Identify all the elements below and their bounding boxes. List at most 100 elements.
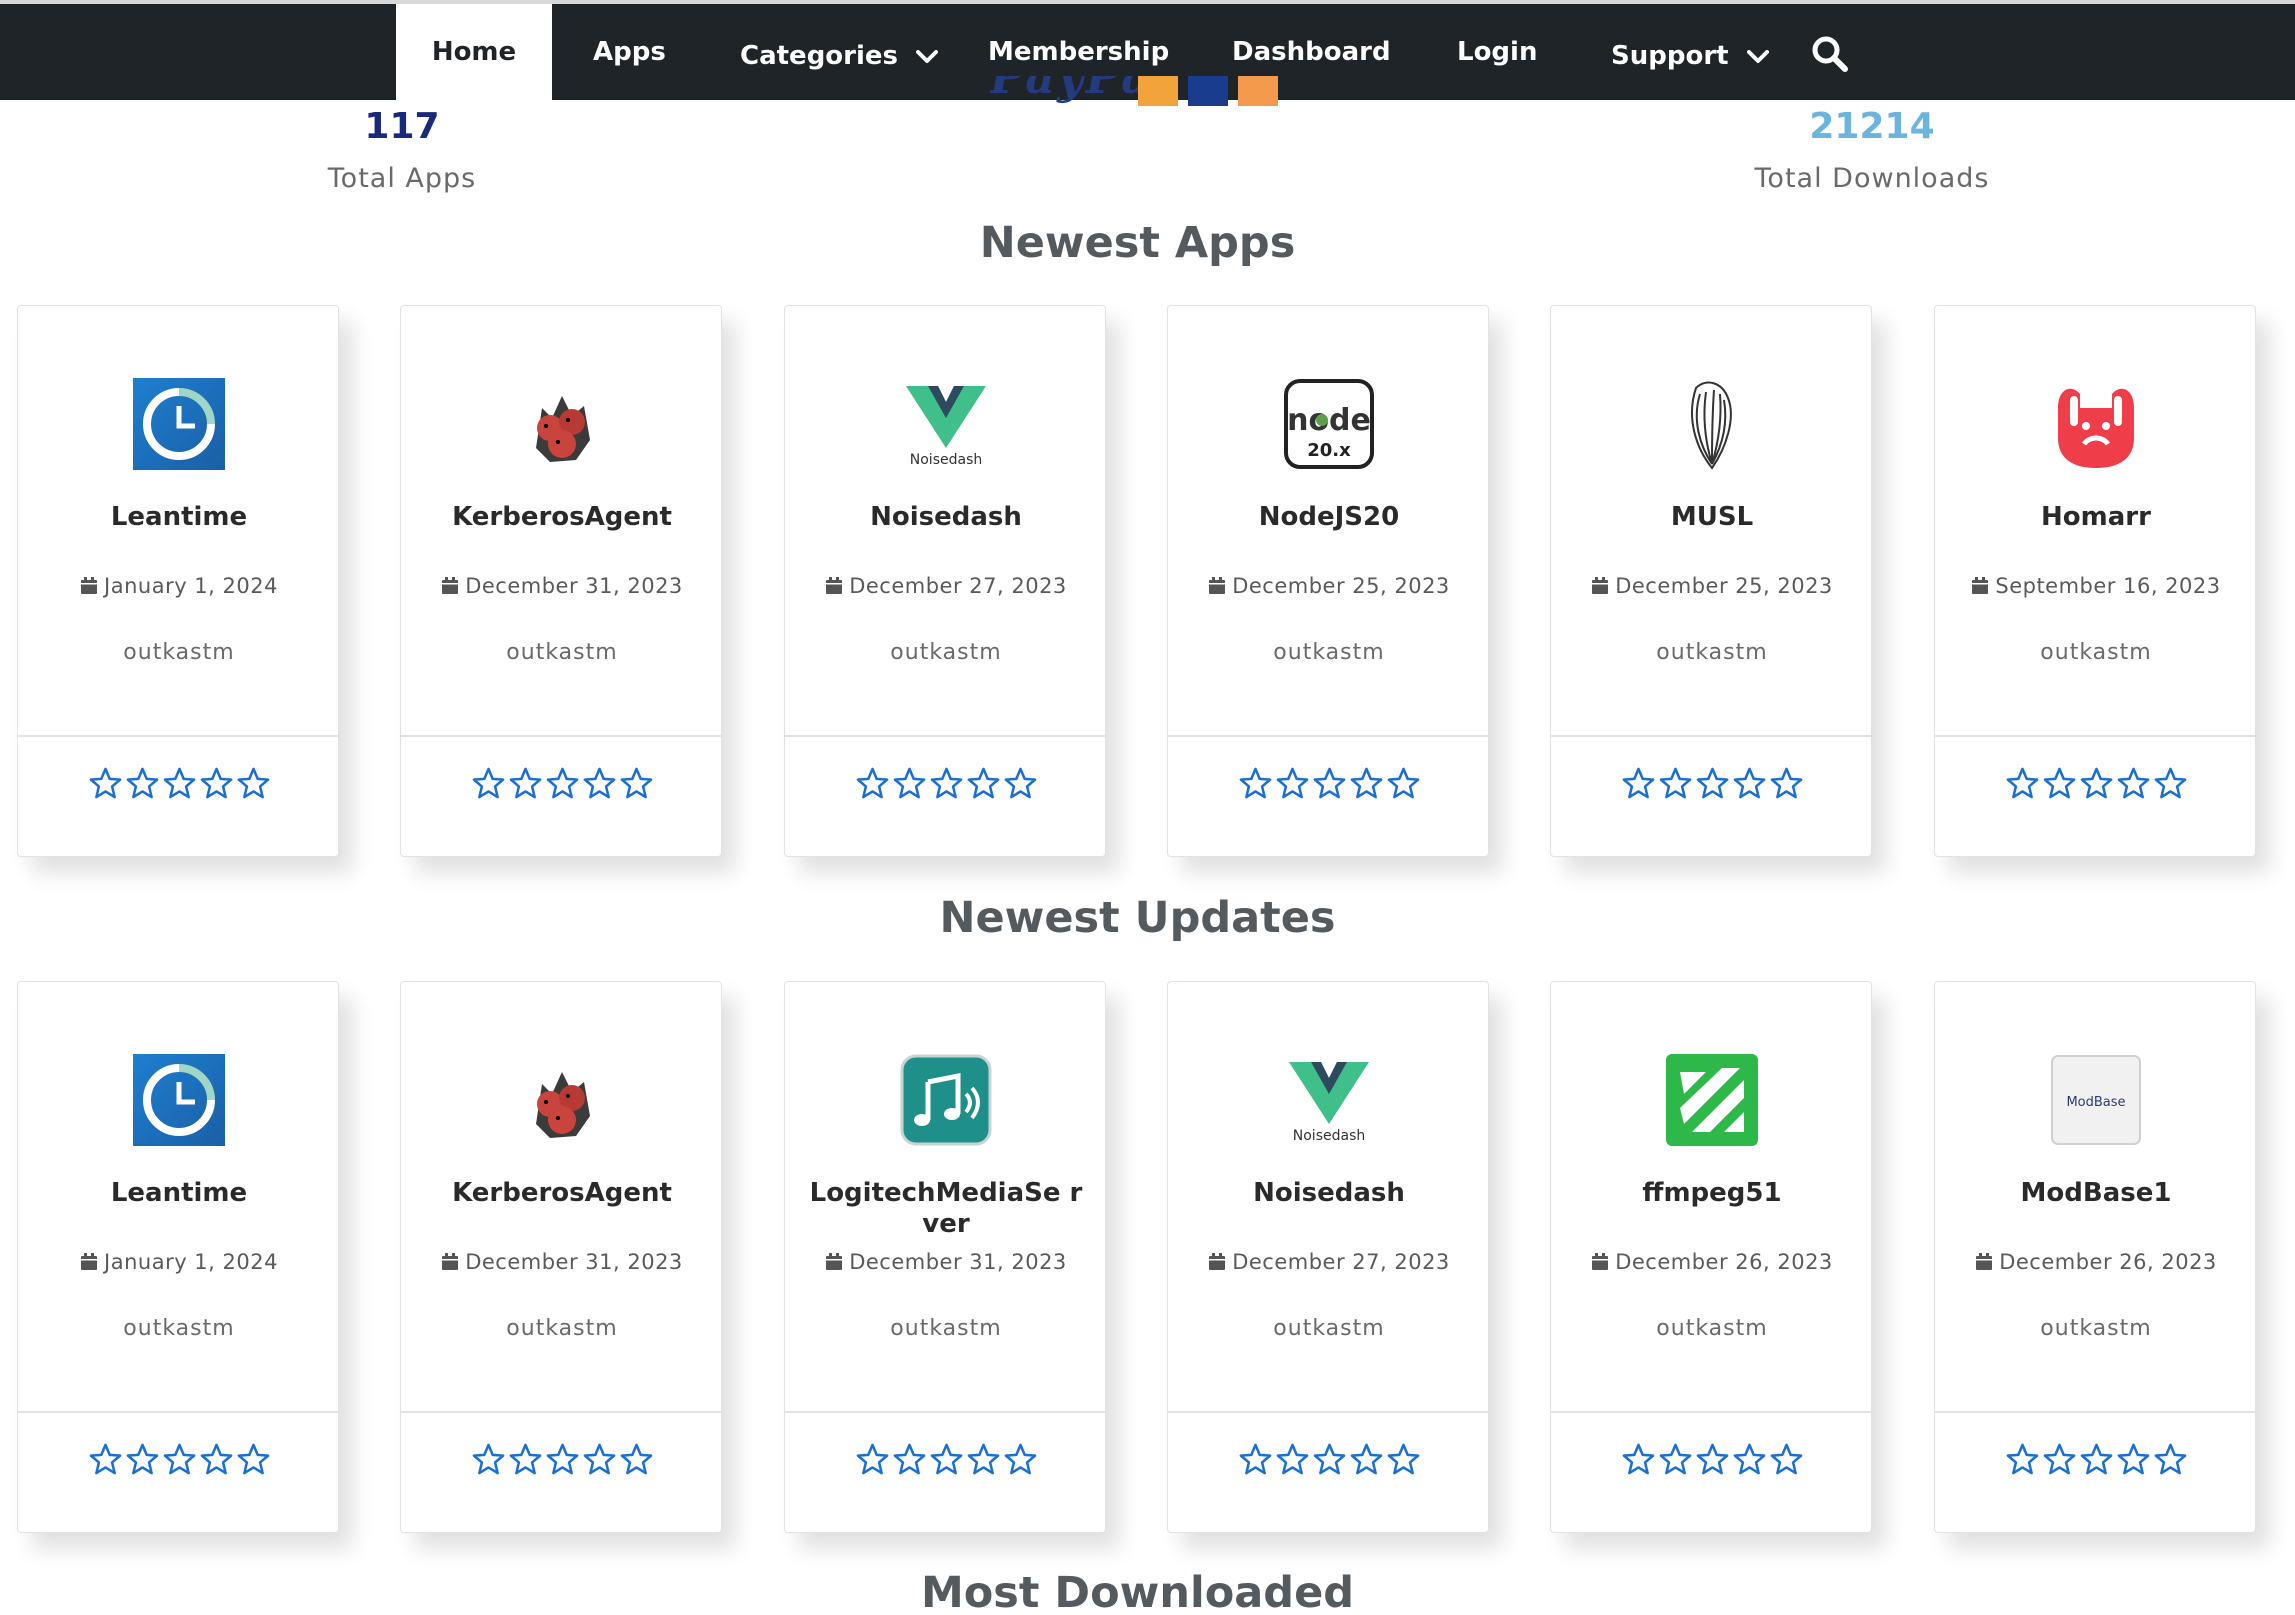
app-card[interactable]: ffmpeg51 December 26, 2023 outkastm xyxy=(1550,981,1872,1533)
app-card[interactable]: KerberosAgent December 31, 2023 outkastm xyxy=(400,981,722,1533)
app-card[interactable]: Leantime January 1, 2024 outkastm xyxy=(17,981,339,1533)
app-name[interactable]: Leantime xyxy=(18,502,340,533)
star-rating[interactable] xyxy=(1168,1442,1490,1477)
search-icon[interactable] xyxy=(1810,34,1850,74)
star-rating-icon[interactable] xyxy=(892,766,927,801)
star-rating-icon[interactable] xyxy=(2153,1442,2188,1477)
app-name[interactable]: ffmpeg51 xyxy=(1551,1178,1873,1209)
cerberus-icon[interactable] xyxy=(516,378,608,470)
star-rating-icon[interactable] xyxy=(855,1442,890,1477)
star-rating-icon[interactable] xyxy=(2042,1442,2077,1477)
shell-icon[interactable] xyxy=(1666,378,1758,470)
app-author[interactable]: outkastm xyxy=(1168,1316,1490,1341)
star-rating-icon[interactable] xyxy=(1732,1442,1767,1477)
star-rating-icon[interactable] xyxy=(1275,1442,1310,1477)
star-rating-icon[interactable] xyxy=(1621,1442,1656,1477)
star-rating-icon[interactable] xyxy=(582,766,617,801)
nav-login[interactable]: Login xyxy=(1457,4,1537,100)
star-rating-icon[interactable] xyxy=(236,1442,271,1477)
star-rating-icon[interactable] xyxy=(1238,1442,1273,1477)
ffmpeg-icon[interactable] xyxy=(1666,1054,1758,1146)
star-rating-icon[interactable] xyxy=(471,766,506,801)
star-rating-icon[interactable] xyxy=(1658,1442,1693,1477)
app-name[interactable]: Homarr xyxy=(1935,502,2257,533)
star-rating-icon[interactable] xyxy=(619,766,654,801)
star-rating-icon[interactable] xyxy=(2079,766,2114,801)
app-name[interactable]: Noisedash xyxy=(1168,1178,1490,1209)
star-rating-icon[interactable] xyxy=(1312,1442,1347,1477)
app-name[interactable]: KerberosAgent xyxy=(401,502,723,533)
star-rating[interactable] xyxy=(785,766,1107,801)
star-rating-icon[interactable] xyxy=(1275,766,1310,801)
app-name[interactable]: Noisedash xyxy=(785,502,1107,533)
star-rating[interactable] xyxy=(18,1442,340,1477)
cerberus-icon[interactable] xyxy=(516,1054,608,1146)
star-rating-icon[interactable] xyxy=(1695,1442,1730,1477)
star-rating-icon[interactable] xyxy=(1349,1442,1384,1477)
app-author[interactable]: outkastm xyxy=(1551,1316,1873,1341)
app-card[interactable]: MUSL December 25, 2023 outkastm xyxy=(1550,305,1872,857)
star-rating-icon[interactable] xyxy=(2153,766,2188,801)
app-card[interactable]: Noisedash Noisedash December 27, 2023 ou… xyxy=(784,305,1106,857)
star-rating-icon[interactable] xyxy=(2116,1442,2151,1477)
star-rating-icon[interactable] xyxy=(582,1442,617,1477)
star-rating-icon[interactable] xyxy=(88,1442,123,1477)
star-rating[interactable] xyxy=(785,1442,1107,1477)
star-rating-icon[interactable] xyxy=(855,766,890,801)
star-rating[interactable] xyxy=(1551,1442,1873,1477)
star-rating-icon[interactable] xyxy=(545,766,580,801)
app-name[interactable]: ModBase1 xyxy=(1935,1178,2257,1209)
star-rating-icon[interactable] xyxy=(2116,766,2151,801)
star-rating-icon[interactable] xyxy=(929,1442,964,1477)
star-rating[interactable] xyxy=(401,1442,723,1477)
app-author[interactable]: outkastm xyxy=(1935,640,2257,665)
star-rating-icon[interactable] xyxy=(471,1442,506,1477)
star-rating[interactable] xyxy=(18,766,340,801)
star-rating-icon[interactable] xyxy=(162,766,197,801)
app-author[interactable]: outkastm xyxy=(1551,640,1873,665)
star-rating-icon[interactable] xyxy=(1386,1442,1421,1477)
music-icon[interactable] xyxy=(900,1054,992,1146)
star-rating-icon[interactable] xyxy=(619,1442,654,1477)
nav-support[interactable]: Support xyxy=(1611,8,1769,104)
star-rating-icon[interactable] xyxy=(1658,766,1693,801)
app-author[interactable]: outkastm xyxy=(18,1316,340,1341)
homarr-icon[interactable] xyxy=(2050,378,2142,470)
app-name[interactable]: NodeJS20 xyxy=(1168,502,1490,533)
app-card[interactable]: Leantime January 1, 2024 outkastm xyxy=(17,305,339,857)
nav-categories[interactable]: Categories xyxy=(740,8,939,104)
app-author[interactable]: outkastm xyxy=(1935,1316,2257,1341)
star-rating-icon[interactable] xyxy=(125,1442,160,1477)
star-rating-icon[interactable] xyxy=(88,766,123,801)
star-rating-icon[interactable] xyxy=(1769,1442,1804,1477)
app-author[interactable]: outkastm xyxy=(1168,640,1490,665)
app-author[interactable]: outkastm xyxy=(785,640,1107,665)
star-rating-icon[interactable] xyxy=(892,1442,927,1477)
star-rating-icon[interactable] xyxy=(2079,1442,2114,1477)
noisedash-icon[interactable]: Noisedash xyxy=(1283,1054,1375,1146)
star-rating-icon[interactable] xyxy=(1386,766,1421,801)
app-name[interactable]: LogitechMediaSe rver xyxy=(785,1178,1107,1240)
app-author[interactable]: outkastm xyxy=(18,640,340,665)
app-card[interactable]: ModBase ModBase1 December 26, 2023 outka… xyxy=(1934,981,2256,1533)
noisedash-icon[interactable]: Noisedash xyxy=(900,378,992,470)
app-name[interactable]: KerberosAgent xyxy=(401,1178,723,1209)
star-rating[interactable] xyxy=(1935,766,2257,801)
app-card[interactable]: KerberosAgent December 31, 2023 outkastm xyxy=(400,305,722,857)
star-rating-icon[interactable] xyxy=(1003,766,1038,801)
app-author[interactable]: outkastm xyxy=(785,1316,1107,1341)
app-card[interactable]: LogitechMediaSe rver December 31, 2023 o… xyxy=(784,981,1106,1533)
star-rating-icon[interactable] xyxy=(1695,766,1730,801)
star-rating[interactable] xyxy=(1168,766,1490,801)
star-rating-icon[interactable] xyxy=(2005,766,2040,801)
clock-icon[interactable] xyxy=(133,378,225,470)
app-author[interactable]: outkastm xyxy=(401,640,723,665)
star-rating-icon[interactable] xyxy=(125,766,160,801)
nav-apps[interactable]: Apps xyxy=(593,4,666,100)
star-rating-icon[interactable] xyxy=(545,1442,580,1477)
node-icon[interactable]: node 20.x xyxy=(1283,378,1375,470)
star-rating-icon[interactable] xyxy=(199,1442,234,1477)
star-rating-icon[interactable] xyxy=(1349,766,1384,801)
star-rating-icon[interactable] xyxy=(1003,1442,1038,1477)
star-rating-icon[interactable] xyxy=(199,766,234,801)
